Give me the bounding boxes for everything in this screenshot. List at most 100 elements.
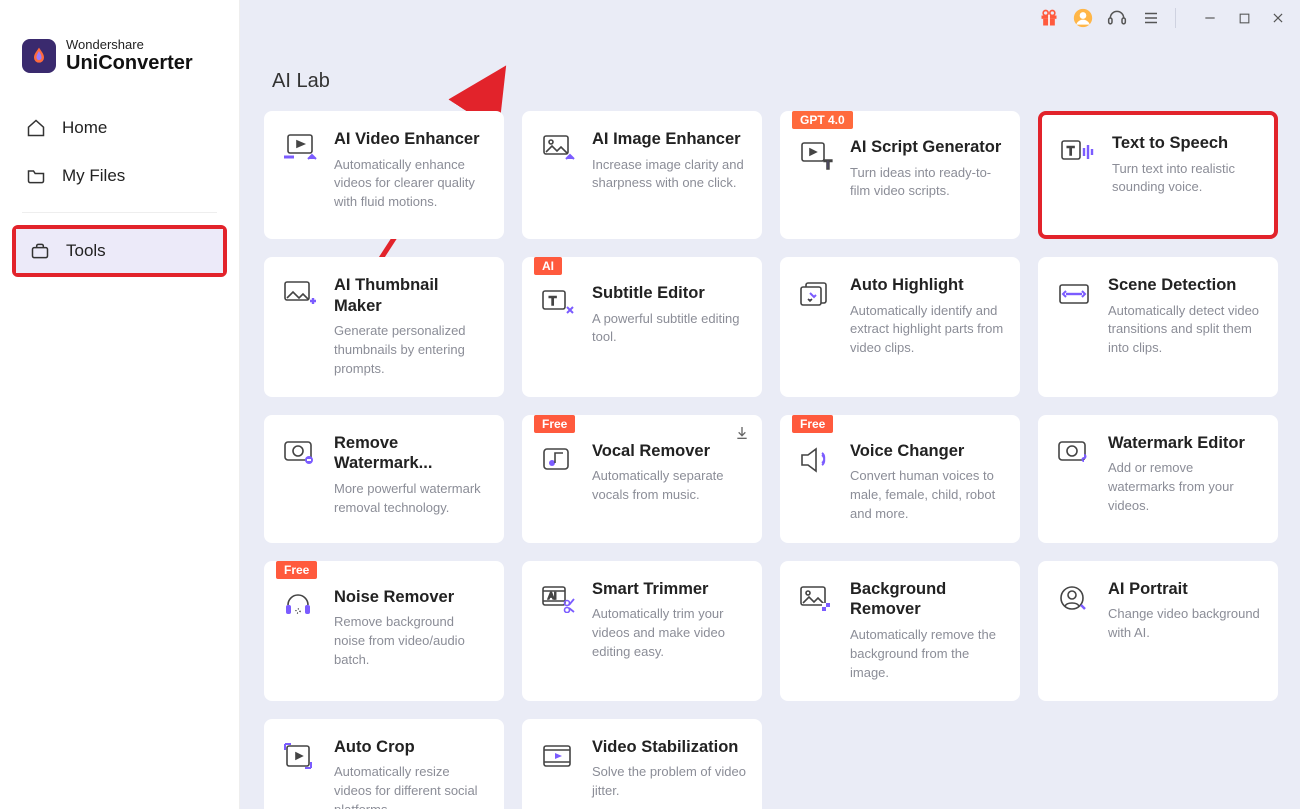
thumbnail-icon: [280, 275, 320, 379]
card-text-to-speech[interactable]: T Text to Speech Turn text into realisti…: [1038, 111, 1278, 239]
svg-text:AI: AI: [548, 591, 557, 601]
card-desc: Convert human voices to male, female, ch…: [850, 467, 1004, 524]
toolbox-icon: [30, 241, 50, 261]
card-ai-portrait[interactable]: AI Portrait Change video background with…: [1038, 561, 1278, 701]
card-desc: A powerful subtitle editing tool.: [592, 310, 746, 348]
svg-text:T: T: [549, 294, 557, 308]
menu-icon[interactable]: [1141, 8, 1161, 28]
sidebar-item-myfiles[interactable]: My Files: [0, 152, 239, 200]
badge-gpt: GPT 4.0: [792, 111, 853, 129]
sidebar-item-label: Home: [62, 118, 107, 138]
brand-name: UniConverter: [66, 52, 193, 74]
card-desc: Turn text into realistic sounding voice.: [1112, 160, 1258, 198]
card-desc: Solve the problem of video jitter.: [592, 763, 746, 801]
window-controls: [1200, 8, 1288, 28]
card-auto-crop[interactable]: Auto Crop Automatically resize videos fo…: [264, 719, 504, 809]
card-desc: Automatically identify and extract highl…: [850, 302, 1004, 359]
vocal-icon: [538, 441, 578, 525]
portrait-icon: [1054, 579, 1094, 683]
badge-ai: AI: [534, 257, 562, 275]
card-desc: Automatically enhance videos for clearer…: [334, 156, 488, 213]
account-icon[interactable]: [1073, 8, 1093, 28]
download-icon[interactable]: [734, 425, 750, 441]
crop-icon: [280, 737, 320, 809]
card-title: Subtitle Editor: [592, 283, 746, 304]
card-title: AI Video Enhancer: [334, 129, 488, 150]
brand-top: Wondershare: [66, 38, 193, 52]
card-title: AI Thumbnail Maker: [334, 275, 488, 316]
watermark-editor-icon: [1054, 433, 1094, 525]
card-noise-remover[interactable]: Free Noise Remover Remove background noi…: [264, 561, 504, 701]
maximize-icon[interactable]: [1234, 8, 1254, 28]
app-logo: Wondershare UniConverter: [0, 10, 239, 104]
card-title: Noise Remover: [334, 587, 488, 608]
sidebar-item-tools[interactable]: Tools: [16, 229, 223, 273]
main-panel: AI Lab AI Video Enhancer Automatically e…: [240, 0, 1300, 809]
badge-free: Free: [792, 415, 833, 433]
card-auto-highlight[interactable]: Auto Highlight Automatically identify an…: [780, 257, 1020, 397]
highlight-icon: [796, 275, 836, 379]
script-icon: T: [796, 137, 836, 221]
card-desc: Turn ideas into ready-to-film video scri…: [850, 164, 1004, 202]
logo-text: Wondershare UniConverter: [66, 38, 193, 74]
card-background-remover[interactable]: Background Remover Automatically remove …: [780, 561, 1020, 701]
card-desc: Automatically remove the background from…: [850, 626, 1004, 683]
card-title: AI Script Generator: [850, 137, 1004, 158]
trimmer-icon: AI: [538, 579, 578, 683]
card-title: Text to Speech: [1112, 133, 1258, 154]
sidebar-item-label: My Files: [62, 166, 125, 186]
minimize-icon[interactable]: [1200, 8, 1220, 28]
nav-separator: [22, 212, 217, 213]
gift-icon[interactable]: [1039, 8, 1059, 28]
card-scene-detection[interactable]: Scene Detection Automatically detect vid…: [1038, 257, 1278, 397]
svg-text:T: T: [1067, 144, 1075, 158]
card-title: Auto Crop: [334, 737, 488, 758]
scene-icon: [1054, 275, 1094, 379]
card-smart-trimmer[interactable]: AI Smart Trimmer Automatically trim your…: [522, 561, 762, 701]
sidebar-item-label: Tools: [66, 241, 106, 261]
card-title: AI Image Enhancer: [592, 129, 746, 150]
card-title: Video Stabilization: [592, 737, 746, 758]
card-video-stabilization[interactable]: Video Stabilization Solve the problem of…: [522, 719, 762, 809]
app-window: Wondershare UniConverter Home My Files T…: [0, 0, 1300, 809]
card-ai-script-generator[interactable]: GPT 4.0 T AI Script Generator Turn ideas…: [780, 111, 1020, 239]
card-desc: Change video background with AI.: [1108, 605, 1262, 643]
logo-mark-icon: [22, 39, 56, 73]
sidebar-item-tools-highlight: Tools: [12, 225, 227, 277]
titlebar-divider: [1175, 8, 1176, 28]
home-icon: [26, 118, 46, 138]
sidebar-item-home[interactable]: Home: [0, 104, 239, 152]
card-title: Smart Trimmer: [592, 579, 746, 600]
card-title: Auto Highlight: [850, 275, 1004, 296]
card-desc: Automatically resize videos for differen…: [334, 763, 488, 809]
card-voice-changer[interactable]: Free Voice Changer Convert human voices …: [780, 415, 1020, 543]
card-desc: Automatically trim your videos and make …: [592, 605, 746, 662]
badge-free: Free: [276, 561, 317, 579]
card-remove-watermark[interactable]: Remove Watermark... More powerful waterm…: [264, 415, 504, 543]
card-desc: Remove background noise from video/audio…: [334, 613, 488, 670]
card-ai-thumbnail-maker[interactable]: AI Thumbnail Maker Generate personalized…: [264, 257, 504, 397]
card-ai-image-enhancer[interactable]: AI Image Enhancer Increase image clarity…: [522, 111, 762, 239]
card-ai-video-enhancer[interactable]: AI Video Enhancer Automatically enhance …: [264, 111, 504, 239]
card-desc: Automatically detect video transitions a…: [1108, 302, 1262, 359]
card-desc: Generate personalized thumbnails by ente…: [334, 322, 488, 379]
card-watermark-editor[interactable]: Watermark Editor Add or remove watermark…: [1038, 415, 1278, 543]
image-enhance-icon: [538, 129, 578, 221]
card-vocal-remover[interactable]: Free Vocal Remover Automatically separat…: [522, 415, 762, 543]
card-desc: More powerful watermark removal technolo…: [334, 480, 488, 518]
voice-changer-icon: [796, 441, 836, 525]
card-title: AI Portrait: [1108, 579, 1262, 600]
section-title: AI Lab: [272, 70, 1280, 93]
card-desc: Increase image clarity and sharpness wit…: [592, 156, 746, 194]
card-desc: Add or remove watermarks from your video…: [1108, 459, 1262, 516]
titlebar: [1039, 8, 1288, 28]
stabilize-icon: [538, 737, 578, 809]
remove-watermark-icon: [280, 433, 320, 525]
card-subtitle-editor[interactable]: AI T Subtitle Editor A powerful subtitle…: [522, 257, 762, 397]
folder-icon: [26, 166, 46, 186]
support-icon[interactable]: [1107, 8, 1127, 28]
close-icon[interactable]: [1268, 8, 1288, 28]
card-title: Remove Watermark...: [334, 433, 488, 474]
card-desc: Automatically separate vocals from music…: [592, 467, 746, 505]
video-enhance-icon: [280, 129, 320, 221]
